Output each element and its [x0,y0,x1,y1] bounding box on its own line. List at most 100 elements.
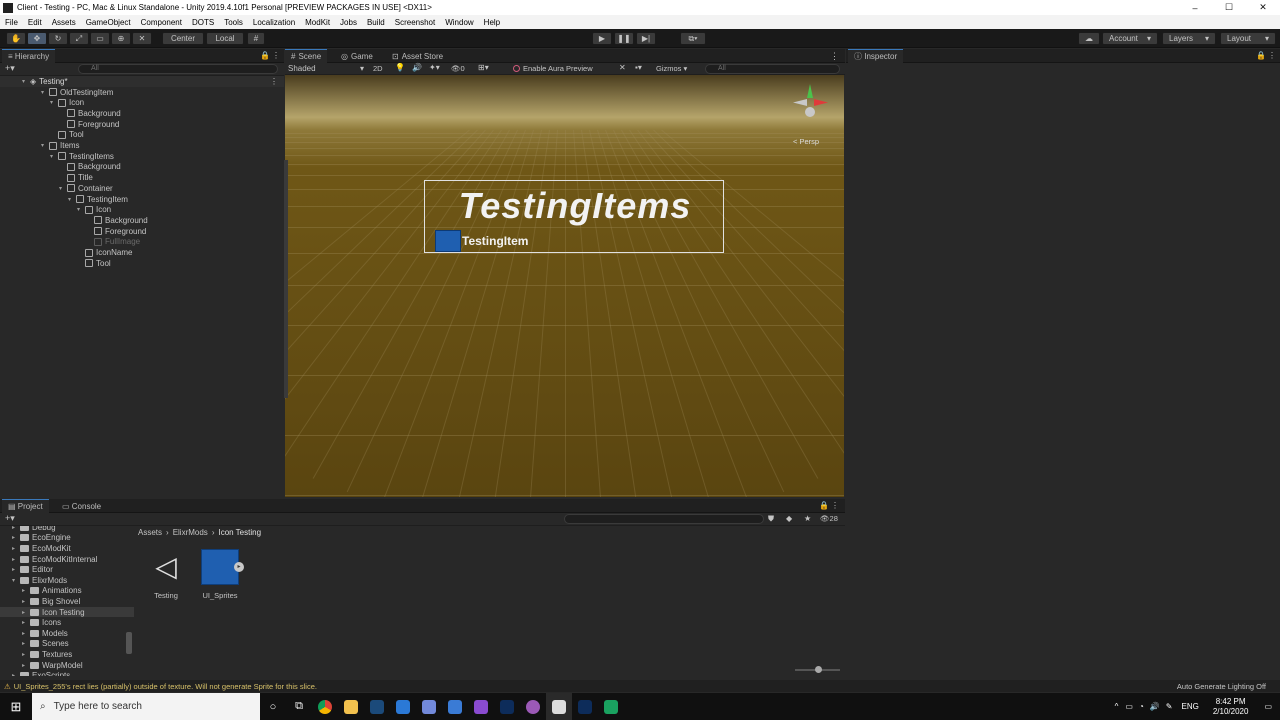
effects-toggle-icon[interactable]: ✦▾ [429,63,440,72]
more-options-icon[interactable]: ⋮ [1268,51,1276,60]
green-app-icon[interactable] [598,693,624,720]
breadcrumb-item-icon-testing[interactable]: Icon Testing [218,528,261,537]
expand-arrow-icon[interactable]: ▸ [12,566,20,573]
layout-dropdown[interactable]: Layout ▾ [1220,32,1276,45]
project-folder-item[interactable]: ▸ ExoScripts [0,670,134,676]
visual-studio-icon[interactable] [468,693,494,720]
menu-build[interactable]: Build [362,18,390,27]
expand-arrow-icon[interactable]: ▾ [22,78,30,85]
expand-arrow-icon[interactable]: ▸ [12,534,20,541]
hierarchy-row[interactable]: Tool [0,258,284,269]
lock-icon[interactable]: 🔒 [1256,51,1266,60]
breadcrumb-item-elixrmods[interactable]: ElixrMods [173,528,208,537]
shading-mode-dropdown[interactable]: Shaded ▾ [288,64,364,73]
folder-tree-scrollbar[interactable] [126,632,132,654]
windows-start-icon[interactable]: ⊞ [0,693,32,720]
menu-edit[interactable]: Edit [23,18,47,27]
expand-arrow-icon[interactable]: ▸ [12,545,20,552]
z-axis-icon[interactable] [805,107,815,117]
tab-inspector[interactable]: ⓘ Inspector [848,49,904,63]
step-button[interactable]: ▶| [636,32,656,45]
favorites-star-icon[interactable]: ★ [804,514,811,523]
pivot-local-toggle[interactable]: Local [206,32,244,45]
expand-arrow-icon[interactable]: ▾ [77,206,85,213]
menu-localization[interactable]: Localization [248,18,300,27]
menu-jobs[interactable]: Jobs [335,18,362,27]
tools-icon[interactable]: ✕ [619,63,626,72]
pen-icon[interactable]: ✎ [1166,702,1173,711]
hierarchy-row[interactable]: Background [0,108,284,119]
project-folder-item[interactable]: ▸ Icons [0,617,134,628]
project-folder-item[interactable]: ▸ EcoEngine [0,533,134,544]
search-by-type-icon[interactable]: ⛊ [768,514,774,524]
project-folder-item[interactable]: ▸ Textures [0,649,134,660]
photoshop-icon[interactable] [494,693,520,720]
project-folder-item[interactable]: ▸ Big Shovel [0,596,134,607]
more-options-icon[interactable]: ⋮ [272,51,280,60]
x-axis-icon[interactable] [814,99,828,106]
expand-arrow-icon[interactable]: ▾ [50,153,58,160]
account-dropdown[interactable]: Account ▾ [1102,32,1158,45]
more-options-icon[interactable]: ⋮ [831,501,839,510]
collab-icon[interactable]: ⧉▾ [680,32,706,45]
search-by-label-icon[interactable]: ◆ [786,514,792,523]
hierarchy-row[interactable]: ▾ Container [0,183,284,194]
camera-icon[interactable]: ▪▾ [635,63,642,72]
minimize-button[interactable]: – [1178,3,1212,13]
hierarchy-row[interactable]: ▾ Icon [0,204,284,215]
language-indicator[interactable]: ENG [1182,702,1199,711]
snap-icon[interactable]: # [247,32,265,45]
hierarchy-row[interactable]: FullImage [0,237,284,248]
clock[interactable]: 8:42 PM 2/10/2020 [1213,697,1249,717]
project-folder-item[interactable]: ▸ EcoModKitInternal [0,554,134,565]
layers-dropdown[interactable]: Layers ▾ [1162,32,1216,45]
hierarchy-row[interactable]: Title [0,172,284,183]
menu-dots[interactable]: DOTS [187,18,219,27]
volume-icon[interactable]: 🔊 [1150,702,1160,711]
menu-help[interactable]: Help [479,18,505,27]
expand-arrow-icon[interactable]: ▸ [12,526,20,531]
gizmos-dropdown[interactable]: Gizmos ▾ [656,64,687,73]
scene-root-row[interactable]: ▾ ◈ Testing* ⋮ [0,76,284,87]
expand-arrow-icon[interactable]: ▾ [68,196,76,203]
expand-arrow-icon[interactable]: ▸ [22,609,30,616]
rect-tool-icon[interactable]: ▭ [90,32,110,45]
menu-assets[interactable]: Assets [47,18,81,27]
expand-arrow-icon[interactable]: ▾ [41,142,49,149]
close-button[interactable]: ✕ [1246,2,1280,13]
breadcrumb-item-assets[interactable]: Assets [138,528,162,537]
menu-tools[interactable]: Tools [219,18,248,27]
grid-toggle-icon[interactable]: ⊞▾ [478,63,489,72]
expand-arrow-icon[interactable]: ▾ [41,89,49,96]
expand-arrow-icon[interactable]: ▸ [22,598,30,605]
hierarchy-row[interactable]: ▾ TestingItem [0,194,284,205]
task-view-icon[interactable]: ⧉ [286,693,312,720]
create-plus-icon[interactable]: +▾ [5,513,15,524]
edge-dev-icon[interactable] [442,693,468,720]
status-warning-text[interactable]: UI_Sprites_255's rect lies (partially) o… [14,682,317,691]
panel-splitter[interactable] [284,160,288,398]
project-folder-item[interactable]: ▸ EcoModKit [0,543,134,554]
scene-viewport[interactable]: < Persp TestingItems TestingItem [285,75,844,497]
icon-size-slider[interactable] [795,666,840,673]
2d-toggle[interactable]: 2D [373,64,383,73]
item-label-text[interactable]: TestingItem [462,234,528,248]
steam-icon[interactable] [364,693,390,720]
project-folder-item[interactable]: ▸ Editor [0,564,134,575]
scale-tool-icon[interactable]: ⤢ [69,32,89,45]
expand-arrow-icon[interactable]: ▸ [22,640,30,647]
unity-taskbar-icon[interactable] [546,693,572,720]
aura-preview-toggle[interactable]: Enable Aura Preview [513,64,593,73]
hierarchy-row[interactable]: IconName [0,247,284,258]
more-options-icon[interactable]: ⋮ [270,77,278,86]
lock-icon[interactable]: 🔒 [819,501,829,510]
tab-console[interactable]: ▭ Console [56,499,107,513]
neg-x-axis-icon[interactable] [793,99,807,106]
create-plus-icon[interactable]: +▾ [5,63,15,74]
lighting-status[interactable]: Auto Generate Lighting Off [1177,682,1266,691]
slider-thumb[interactable] [815,666,822,673]
tab-scene[interactable]: # Scene [285,49,328,63]
hierarchy-row[interactable]: Background [0,162,284,173]
scene-search-input[interactable]: All [705,64,840,74]
tab-asset-store[interactable]: ⊡ Asset Store [386,49,449,63]
